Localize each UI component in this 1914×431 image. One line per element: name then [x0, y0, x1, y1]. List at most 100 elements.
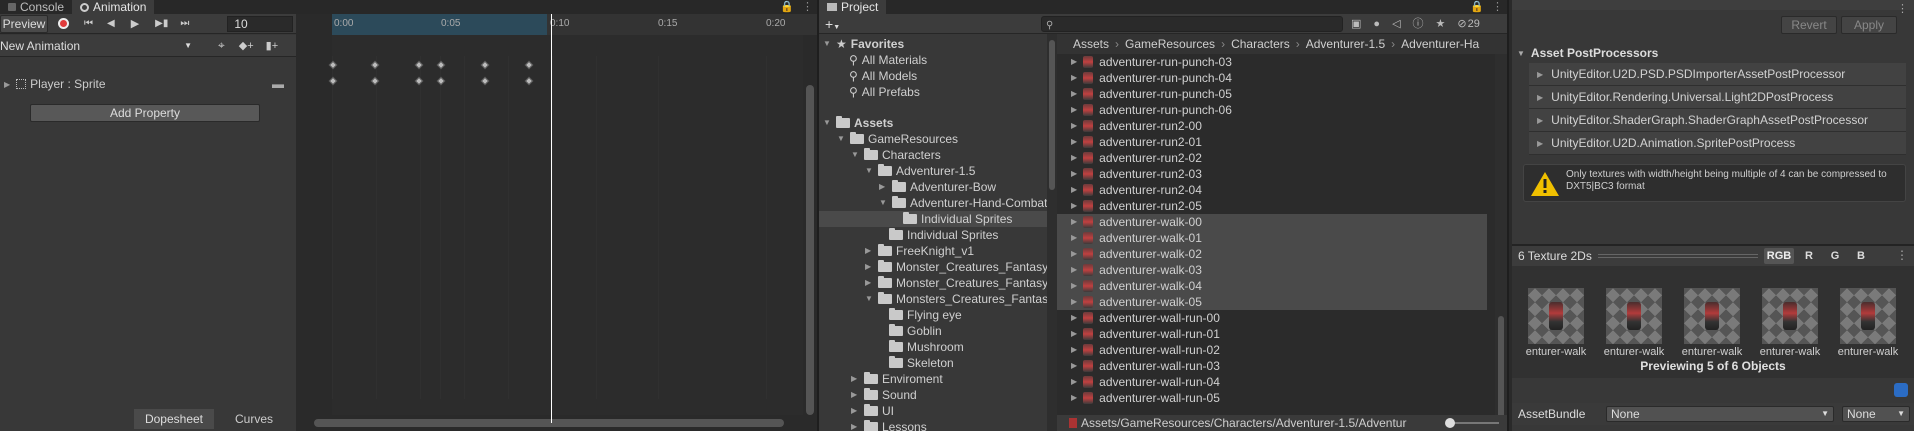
- breadcrumb-item[interactable]: Adventurer-Ha: [1401, 37, 1479, 51]
- vertical-scrollbar[interactable]: [803, 35, 817, 415]
- expand-arrow-icon[interactable]: ▶: [1071, 182, 1077, 198]
- file-item[interactable]: ▶ adventurer-wall-run-01: [1057, 326, 1487, 342]
- expand-arrow-icon[interactable]: ▼: [865, 291, 874, 307]
- tree-item[interactable]: Flying eye: [889, 307, 962, 323]
- texture-thumbnail[interactable]: [1528, 288, 1584, 344]
- zoom-slider[interactable]: [1445, 418, 1499, 428]
- tree-item[interactable]: ▶ Sound: [851, 387, 917, 403]
- expand-arrow-icon[interactable]: ▼: [837, 131, 846, 147]
- tree-item[interactable]: Individual Sprites: [889, 227, 998, 243]
- expand-arrow-icon[interactable]: ▶: [851, 403, 860, 419]
- expand-arrow-icon[interactable]: ▶: [1071, 70, 1077, 86]
- file-item[interactable]: ▶ adventurer-wall-run-02: [1057, 342, 1487, 358]
- expand-arrow-icon[interactable]: ▶: [851, 371, 860, 387]
- search-field[interactable]: ⚲: [1041, 16, 1343, 32]
- channel-button-rgb[interactable]: RGB: [1764, 248, 1794, 264]
- tree-item[interactable]: ▼ Adventurer-Hand-Combat: [879, 195, 1047, 211]
- expand-arrow-icon[interactable]: ▶: [1537, 70, 1543, 79]
- first-key-button[interactable]: ⏮: [84, 18, 93, 29]
- texture-thumbnail[interactable]: [1606, 288, 1662, 344]
- file-item[interactable]: ▶ adventurer-wall-run-03: [1057, 358, 1487, 374]
- keyframe[interactable]: [436, 60, 446, 70]
- dopesheet[interactable]: 0:00 0:05 0:10 0:15 0:20: [296, 14, 817, 431]
- keyframe[interactable]: [524, 60, 534, 70]
- postprocessors-header[interactable]: ▼ Asset PostProcessors: [1517, 46, 1658, 60]
- play-button[interactable]: ▶: [131, 17, 139, 30]
- file-item[interactable]: ▶ adventurer-wall-run-00: [1057, 310, 1487, 326]
- tree-item[interactable]: ▼ Adventurer-1.5: [865, 163, 975, 179]
- timeline-ruler[interactable]: 0:00 0:05 0:10 0:15 0:20: [332, 14, 817, 35]
- expand-arrow-icon[interactable]: ▶: [1071, 390, 1077, 406]
- expand-arrow-icon[interactable]: ▶: [1071, 54, 1077, 70]
- favorite-item[interactable]: ⚲ All Materials: [849, 52, 927, 68]
- file-item[interactable]: ▶ adventurer-run2-00: [1057, 118, 1487, 134]
- tree-item[interactable]: Mushroom: [889, 339, 964, 355]
- filter-by-selection-button[interactable]: ⌖: [218, 38, 225, 53]
- file-item[interactable]: ▶ adventurer-wall-run-04: [1057, 374, 1487, 390]
- expand-arrow-icon[interactable]: ▶: [1071, 166, 1077, 182]
- file-item[interactable]: ▶ adventurer-walk-04: [1057, 278, 1487, 294]
- horizontal-scrollbar[interactable]: [296, 415, 803, 431]
- tab-console[interactable]: Console: [0, 0, 72, 14]
- assetbundle-dropdown[interactable]: None ▼: [1606, 406, 1834, 422]
- keyframe[interactable]: [370, 60, 380, 70]
- file-item[interactable]: ▶ adventurer-run-punch-04: [1057, 70, 1487, 86]
- file-item[interactable]: ▶ adventurer-wall-run-05: [1057, 390, 1487, 406]
- apply-button[interactable]: Apply: [1841, 16, 1897, 34]
- breadcrumb-item[interactable]: GameResources: [1125, 37, 1215, 51]
- tree-item-assets[interactable]: ▼ Assets: [823, 115, 893, 131]
- keyframe-area[interactable]: [328, 35, 810, 415]
- expand-arrow-icon[interactable]: ▶: [1071, 198, 1077, 214]
- more-icon[interactable]: ⋮: [1896, 248, 1908, 262]
- file-item[interactable]: ▶ adventurer-run2-01: [1057, 134, 1487, 150]
- expand-arrow-icon[interactable]: ▶: [1071, 246, 1077, 262]
- expand-arrow-icon[interactable]: ▶: [1071, 358, 1077, 374]
- tab-curves[interactable]: Curves: [216, 409, 292, 429]
- create-button[interactable]: +▼: [825, 16, 840, 32]
- frame-field[interactable]: 10: [227, 15, 294, 32]
- file-item[interactable]: ▶ adventurer-run2-05: [1057, 198, 1487, 214]
- expand-arrow-icon[interactable]: ▶: [851, 387, 860, 403]
- tab-dopesheet[interactable]: Dopesheet: [134, 409, 214, 429]
- channel-button-b[interactable]: B: [1850, 248, 1872, 264]
- tree-item[interactable]: ▼ GameResources: [837, 131, 958, 147]
- tree-item[interactable]: ▶ UI: [851, 403, 894, 419]
- file-item[interactable]: ▶ adventurer-walk-01: [1057, 230, 1487, 246]
- clip-dropdown[interactable]: New Animation ▼: [0, 37, 198, 55]
- keyframe[interactable]: [480, 60, 490, 70]
- tree-item-selected[interactable]: Individual Sprites: [903, 211, 1012, 227]
- postprocessor-item[interactable]: ▶ UnityEditor.U2D.PSD.PSDImporterAssetPos…: [1529, 63, 1906, 86]
- tab-animation[interactable]: Animation: [72, 0, 155, 14]
- expand-arrow-icon[interactable]: ▶: [1071, 262, 1077, 278]
- breadcrumb-item[interactable]: Characters: [1231, 37, 1290, 51]
- breadcrumb-item[interactable]: Adventurer-1.5: [1306, 37, 1385, 51]
- expand-arrow-icon[interactable]: ▼: [865, 163, 874, 179]
- expand-arrow-icon[interactable]: ▶: [865, 275, 874, 291]
- file-item[interactable]: ▶ adventurer-walk-05: [1057, 294, 1487, 310]
- preview-drag-handle[interactable]: [1598, 254, 1758, 258]
- tree-item[interactable]: ▶ Lessons: [851, 419, 927, 431]
- file-item[interactable]: ▶ adventurer-walk-02: [1057, 246, 1487, 262]
- add-property-button[interactable]: Add Property: [30, 104, 260, 122]
- expand-arrow-icon[interactable]: ▶: [1071, 278, 1077, 294]
- revert-button[interactable]: Revert: [1781, 16, 1837, 34]
- expand-arrow-icon[interactable]: ▶: [1071, 86, 1077, 102]
- tree-item[interactable]: ▶ FreeKnight_v1: [865, 243, 974, 259]
- expand-arrow-icon[interactable]: ▶: [1071, 230, 1077, 246]
- property-menu-icon[interactable]: ▬: [272, 77, 284, 91]
- tree-item[interactable]: ▶ Monster_Creatures_Fantasy(: [865, 259, 1052, 275]
- favorites-header[interactable]: ▼ ★ Favorites: [823, 36, 904, 52]
- expand-arrow-icon[interactable]: ▼: [823, 115, 832, 131]
- playhead[interactable]: [551, 14, 552, 423]
- expand-arrow-icon[interactable]: ▶: [1071, 294, 1077, 310]
- file-item[interactable]: ▶ adventurer-run2-04: [1057, 182, 1487, 198]
- expand-arrow-icon[interactable]: ▶: [1071, 150, 1077, 166]
- expand-arrow-icon[interactable]: ▶: [1071, 102, 1077, 118]
- more-icon[interactable]: ⋮: [1897, 2, 1908, 15]
- expand-arrow-icon[interactable]: ▶: [1071, 326, 1077, 342]
- file-item[interactable]: ▶ adventurer-run2-03: [1057, 166, 1487, 182]
- filter-label-icon[interactable]: ◁: [1392, 16, 1400, 32]
- keyframe[interactable]: [414, 76, 424, 86]
- expand-arrow-icon[interactable]: ▶: [1071, 374, 1077, 390]
- expand-arrow-icon[interactable]: ▼: [851, 147, 860, 163]
